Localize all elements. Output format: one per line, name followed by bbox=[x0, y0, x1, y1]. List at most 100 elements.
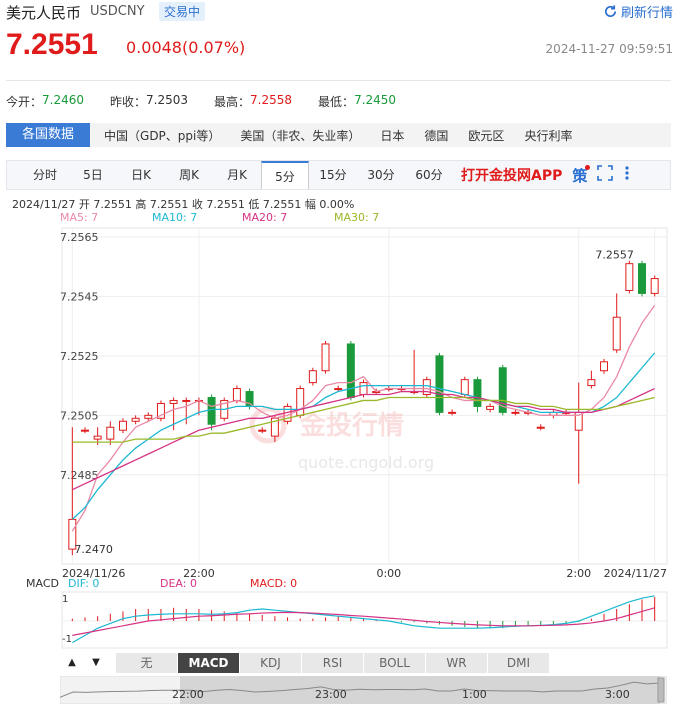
indicator-dmi[interactable]: DMI bbox=[488, 653, 550, 673]
tab-30min[interactable]: 30分 bbox=[357, 161, 405, 189]
trading-status-badge: 交易中 bbox=[159, 2, 206, 21]
stat-prev-close-label: 昨收： bbox=[110, 95, 147, 109]
quote-timestamp: 2024-11-27 09:59:51 bbox=[545, 42, 673, 56]
ohlc-readout: 2024/11/27 开 7.2551 高 7.2551 收 7.2551 低 … bbox=[12, 198, 355, 211]
data-link-central-bank-rate[interactable]: 央行利率 bbox=[514, 127, 582, 144]
watermark-cn: 金投行情 bbox=[299, 410, 404, 441]
candle-body bbox=[435, 355, 444, 413]
candle-body bbox=[638, 263, 646, 294]
candle-body bbox=[232, 388, 241, 401]
macd-legend-dif: DIF: 0 bbox=[68, 577, 100, 590]
x-axis-labels: 2024/11/26 22:00 0:00 2:00 2024/11/27 bbox=[62, 567, 667, 580]
candle-body bbox=[473, 379, 482, 407]
price-stats: 今开： 7.2460 昨收： 7.2503 最高： 7.2558 最低： 7.2… bbox=[6, 93, 422, 110]
data-link-china[interactable]: 中国（GDP、ppi等） bbox=[94, 127, 230, 144]
macd-y-top: 1 bbox=[62, 594, 68, 605]
candle-body bbox=[131, 417, 140, 422]
candle-body bbox=[536, 426, 545, 429]
indicator-kdj[interactable]: KDJ bbox=[240, 653, 302, 673]
nav-tick-3: 1:00 bbox=[462, 688, 487, 701]
candle-body bbox=[587, 379, 596, 387]
candle-body bbox=[296, 388, 305, 416]
macd-lines bbox=[72, 595, 655, 644]
navigator-handle[interactable] bbox=[657, 677, 665, 703]
candle-body bbox=[511, 411, 520, 414]
zoom-in-button[interactable]: ▲ bbox=[60, 653, 84, 673]
indicator-boll[interactable]: BOLL bbox=[364, 653, 426, 673]
strategy-button[interactable]: 策 bbox=[572, 164, 591, 186]
current-price: 7.2551 bbox=[6, 28, 98, 61]
macd-y-bottom: -1 bbox=[62, 634, 72, 645]
tab-timeshare[interactable]: 分时 bbox=[21, 161, 69, 189]
macd-dea-line bbox=[72, 607, 655, 636]
macd-legend-value: MACD: 0 bbox=[250, 577, 298, 590]
indicator-macd[interactable]: MACD bbox=[178, 653, 240, 673]
macd-legend-name: MACD bbox=[26, 577, 59, 590]
notification-dot-icon bbox=[585, 164, 591, 170]
candle-body bbox=[359, 382, 368, 396]
tab-15min[interactable]: 15分 bbox=[309, 161, 357, 189]
max-price-label: 7.2557 bbox=[595, 249, 634, 262]
candle-body bbox=[169, 399, 178, 404]
indicator-none[interactable]: 无 bbox=[116, 653, 178, 673]
candle-body bbox=[650, 278, 659, 294]
more-menu-button[interactable] bbox=[623, 165, 631, 185]
y-tick-label: 7.2545 bbox=[60, 290, 99, 303]
instrument-symbol: USDCNY bbox=[90, 4, 145, 19]
stat-high-value: 7.2558 bbox=[250, 93, 293, 107]
nav-tick-4: 3:00 bbox=[605, 688, 630, 701]
watermark: 金投行情 quote.cngold.org bbox=[249, 406, 434, 472]
candle-body bbox=[625, 263, 634, 291]
min-price-label: 7.2470 bbox=[74, 543, 113, 556]
candle-body bbox=[321, 343, 330, 372]
y-tick-label: 7.2565 bbox=[60, 231, 99, 244]
country-data-bar: 各国数据 中国（GDP、ppi等） 美国（非农、失业率） 日本 德国 欧元区 央… bbox=[6, 123, 671, 147]
data-link-germany[interactable]: 德国 bbox=[414, 127, 458, 144]
data-link-eurozone[interactable]: 欧元区 bbox=[458, 127, 514, 144]
instrument-name: 美元人民币 bbox=[6, 4, 82, 22]
x-tick-label: 2024/11/27 bbox=[604, 567, 667, 580]
macd-chart[interactable]: 1 -1 bbox=[0, 590, 677, 650]
y-axis-labels: 7.25657.25457.25257.25057.2485 bbox=[60, 231, 99, 482]
tab-60min[interactable]: 60分 bbox=[405, 161, 453, 189]
chart-grid bbox=[61, 227, 668, 565]
more-vertical-icon bbox=[625, 166, 629, 180]
candle-body bbox=[612, 316, 621, 351]
stat-low-label: 最低： bbox=[318, 95, 355, 109]
candle-body bbox=[144, 414, 153, 419]
tab-monthly-k[interactable]: 月K bbox=[213, 161, 261, 189]
price-change: 0.0048(0.07%) bbox=[126, 38, 246, 57]
nav-tick-1: 22:00 bbox=[172, 688, 204, 701]
range-navigator[interactable]: 22:00 23:00 1:00 3:00 bbox=[60, 676, 667, 704]
kline-chart[interactable]: 金投行情 quote.cngold.org 7.2565 7.2545 7.2525… bbox=[0, 220, 677, 580]
tab-5day[interactable]: 5日 bbox=[69, 161, 117, 189]
candle-body bbox=[460, 379, 469, 396]
refresh-quote-button[interactable]: 刷新行情 bbox=[603, 2, 673, 21]
indicator-rsi[interactable]: RSI bbox=[302, 653, 364, 673]
tab-daily-k[interactable]: 日K bbox=[117, 161, 165, 189]
data-link-usa[interactable]: 美国（非农、失业率） bbox=[230, 127, 370, 144]
indicator-bar: ▲ ▼ 无 MACD KDJ RSI BOLL WR DMI bbox=[60, 653, 550, 673]
x-tick-label: 2:00 bbox=[566, 567, 591, 580]
open-app-link[interactable]: 打开金投网APP bbox=[461, 165, 562, 185]
stat-high-label: 最高： bbox=[214, 95, 251, 109]
nav-tick-2: 23:00 bbox=[315, 688, 347, 701]
fullscreen-button[interactable] bbox=[597, 165, 614, 185]
candle-body bbox=[93, 435, 102, 440]
y-tick-label: 7.2505 bbox=[60, 409, 99, 422]
candle-body bbox=[207, 396, 216, 425]
refresh-label: 刷新行情 bbox=[620, 6, 673, 21]
stat-low-value: 7.2450 bbox=[354, 93, 397, 107]
zoom-out-button[interactable]: ▼ bbox=[84, 653, 108, 673]
tab-weekly-k[interactable]: 周K bbox=[165, 161, 213, 189]
indicator-wr[interactable]: WR bbox=[426, 653, 488, 673]
candle-body bbox=[600, 361, 609, 372]
candle-body bbox=[118, 420, 127, 431]
candle-body bbox=[486, 405, 495, 410]
country-data-tab-active[interactable]: 各国数据 bbox=[6, 123, 91, 147]
y-tick-label: 7.2525 bbox=[60, 350, 99, 363]
stat-open-value: 7.2460 bbox=[42, 93, 85, 107]
tab-5min[interactable]: 5分 bbox=[261, 161, 309, 189]
stat-prev-close-value: 7.2503 bbox=[146, 93, 189, 107]
data-link-japan[interactable]: 日本 bbox=[370, 127, 414, 144]
